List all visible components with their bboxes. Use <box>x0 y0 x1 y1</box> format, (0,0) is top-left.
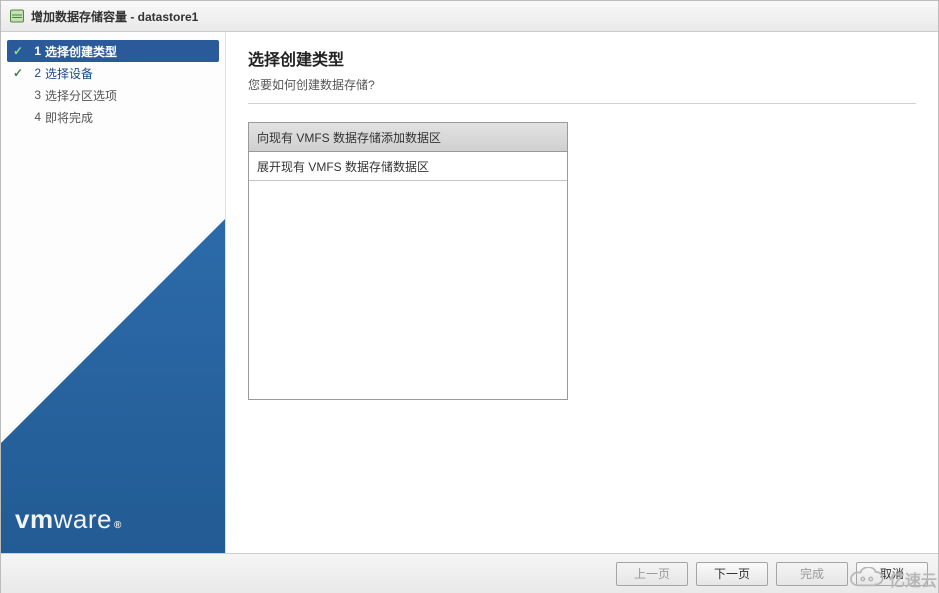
step-ready-complete: 4 即将完成 <box>1 106 225 128</box>
wizard-window: 增加数据存储容量 - datastore1 ✓ 1 选择创建类型 ✓ 2 选择设… <box>0 0 939 593</box>
logo-vm: vm <box>15 504 54 535</box>
vmware-logo: vmware® <box>15 504 122 535</box>
sidebar: ✓ 1 选择创建类型 ✓ 2 选择设备 3 选择分区选项 4 即将完 <box>1 32 226 553</box>
option-label: 展开现有 VMFS 数据存储数据区 <box>257 158 429 175</box>
step-label: 选择分区选项 <box>45 87 117 104</box>
step-label: 即将完成 <box>45 109 93 126</box>
step-list: ✓ 1 选择创建类型 ✓ 2 选择设备 3 选择分区选项 4 即将完 <box>1 40 225 128</box>
checkmark-icon: ✓ <box>11 44 25 58</box>
step-select-device[interactable]: ✓ 2 选择设备 <box>1 62 225 84</box>
step-index: 4 <box>27 110 41 124</box>
step-index: 1 <box>27 44 41 58</box>
step-partition-options: 3 选择分区选项 <box>1 84 225 106</box>
wizard-body: ✓ 1 选择创建类型 ✓ 2 选择设备 3 选择分区选项 4 即将完 <box>1 32 938 553</box>
page-heading: 选择创建类型 <box>248 46 916 70</box>
step-index: 3 <box>27 88 41 102</box>
back-button[interactable]: 上一页 <box>616 562 688 586</box>
wizard-footer: 上一页 下一页 完成 取消 <box>1 553 938 593</box>
option-expand-extent[interactable]: 展开现有 VMFS 数据存储数据区 <box>249 152 567 181</box>
option-add-extent[interactable]: 向现有 VMFS 数据存储添加数据区 <box>249 123 567 152</box>
window-title: 增加数据存储容量 - datastore1 <box>31 8 198 25</box>
main-panel: 选择创建类型 您要如何创建数据存储? 向现有 VMFS 数据存储添加数据区 展开… <box>226 32 938 553</box>
logo-ware: ware <box>54 504 112 535</box>
datastore-icon <box>9 8 25 24</box>
step-select-type[interactable]: ✓ 1 选择创建类型 <box>7 40 219 62</box>
step-label: 选择设备 <box>45 65 93 82</box>
step-label: 选择创建类型 <box>45 43 117 60</box>
checkmark-icon: ✓ <box>11 66 25 80</box>
finish-button[interactable]: 完成 <box>776 562 848 586</box>
titlebar: 增加数据存储容量 - datastore1 <box>1 1 938 32</box>
cancel-button[interactable]: 取消 <box>856 562 928 586</box>
divider <box>248 103 916 104</box>
creation-type-list[interactable]: 向现有 VMFS 数据存储添加数据区 展开现有 VMFS 数据存储数据区 <box>248 122 568 400</box>
step-index: 2 <box>27 66 41 80</box>
logo-registered: ® <box>114 520 122 531</box>
page-subtitle: 您要如何创建数据存储? <box>248 76 916 93</box>
option-label: 向现有 VMFS 数据存储添加数据区 <box>257 129 441 146</box>
next-button[interactable]: 下一页 <box>696 562 768 586</box>
